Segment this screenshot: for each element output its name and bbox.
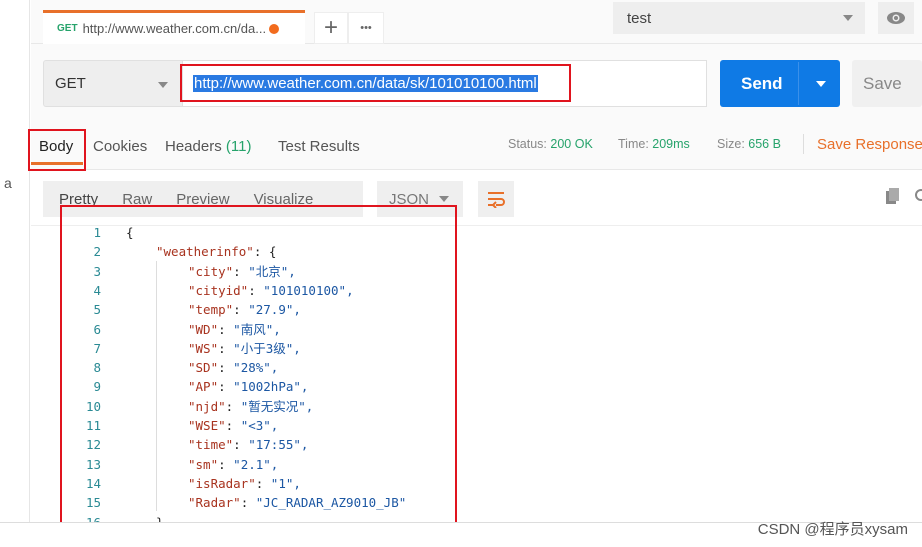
highlight-box-response	[60, 205, 457, 535]
save-button[interactable]: Save	[852, 60, 922, 107]
headers-count: (11)	[225, 138, 252, 155]
search-icon[interactable]	[914, 188, 922, 204]
tab-title: http://www.weather.com.cn/da...	[82, 21, 267, 36]
environment-select[interactable]: test	[613, 2, 865, 34]
tab-method: GET	[57, 23, 78, 34]
chevron-down-icon	[843, 15, 853, 21]
unsaved-dot-icon	[269, 23, 280, 34]
divider	[803, 134, 804, 154]
time-value: 209ms	[652, 137, 690, 151]
divider	[798, 62, 799, 105]
more-tabs-button[interactable]: •••	[348, 12, 384, 44]
tab-cookies[interactable]: Cookies	[93, 138, 147, 155]
copy-icon[interactable]	[886, 188, 900, 204]
eye-icon	[887, 12, 905, 24]
request-tab[interactable]: GET http://www.weather.com.cn/da...	[43, 10, 305, 44]
send-options-chevron-icon[interactable]	[816, 81, 826, 87]
time-label: Time:	[618, 137, 649, 151]
sidebar-fragment: a	[4, 175, 12, 191]
highlight-box-body	[28, 129, 86, 171]
time-readout: Time: 209ms	[618, 137, 690, 151]
method-value: GET	[55, 75, 86, 92]
status-readout: Status: 200 OK	[508, 137, 593, 151]
send-button[interactable]: Send	[720, 60, 840, 107]
save-response-button[interactable]: Save Response	[817, 136, 922, 153]
tab-headers[interactable]: Headers (11)	[165, 138, 251, 155]
tab-test-results[interactable]: Test Results	[278, 138, 360, 155]
send-label: Send	[741, 73, 783, 93]
tab-headers-label: Headers	[165, 138, 226, 155]
chevron-down-icon	[439, 196, 449, 202]
wrap-lines-button[interactable]	[478, 181, 514, 217]
method-select[interactable]: GET	[43, 60, 183, 107]
size-value: 656 B	[748, 137, 781, 151]
chevron-down-icon	[158, 82, 168, 88]
highlight-box-url	[180, 64, 571, 102]
size-readout: Size: 656 B	[717, 137, 781, 151]
new-tab-button[interactable]: +	[314, 12, 348, 44]
save-label: Save	[863, 73, 902, 93]
status-value: 200 OK	[550, 137, 593, 151]
watermark: CSDN @程序员xysam	[757, 521, 908, 538]
status-label: Status:	[508, 137, 547, 151]
environment-value: test	[627, 9, 652, 27]
environment-quick-look-button[interactable]	[878, 2, 914, 34]
left-sidebar: a	[0, 0, 30, 547]
wrap-icon	[488, 192, 505, 208]
size-label: Size:	[717, 137, 745, 151]
